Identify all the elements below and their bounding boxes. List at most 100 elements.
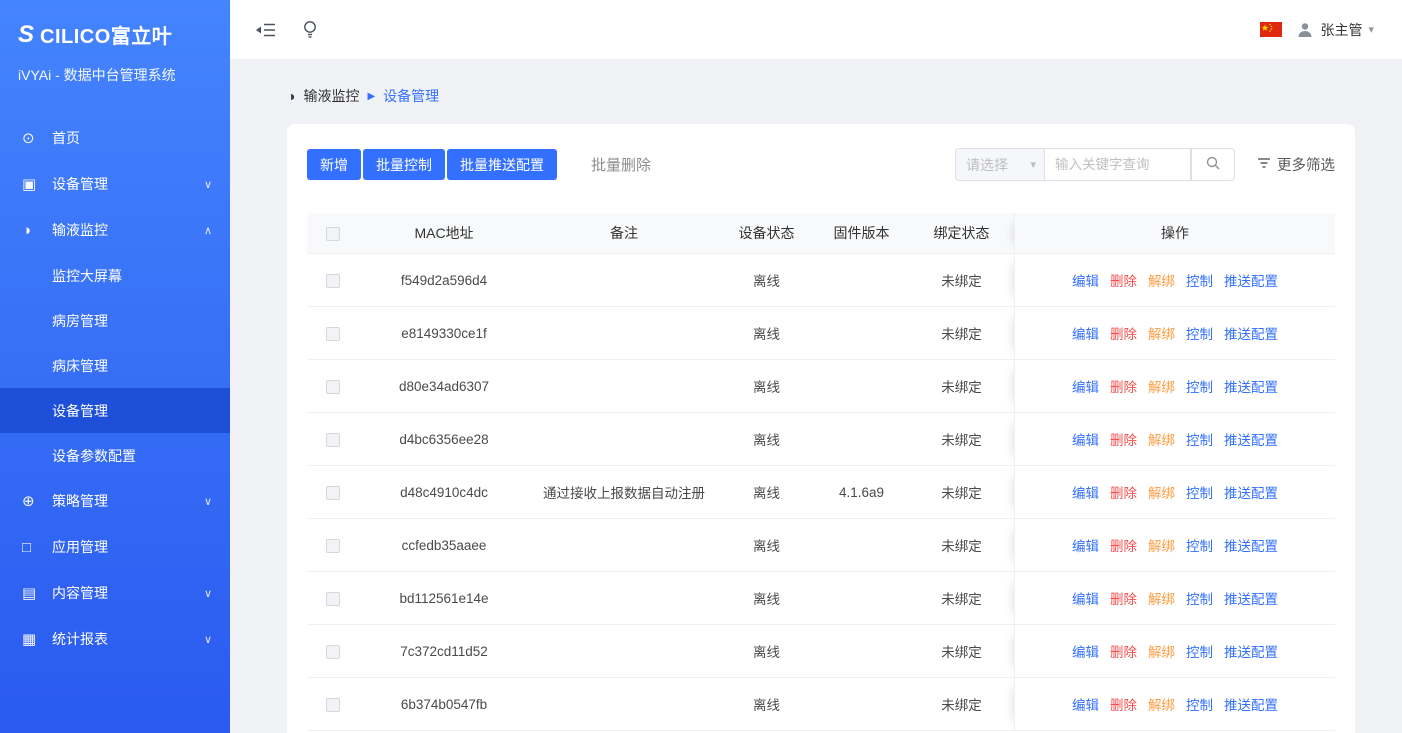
batch-control-button[interactable]: 批量控制 — [363, 149, 445, 180]
action-unbind[interactable]: 解绑 — [1148, 376, 1175, 396]
action-control[interactable]: 控制 — [1186, 376, 1213, 396]
action-edit[interactable]: 编辑 — [1072, 270, 1099, 290]
sidebar-item-statistics-report[interactable]: ▦ 统计报表 ∨ — [0, 616, 230, 662]
action-unbind[interactable]: 解绑 — [1148, 482, 1175, 502]
keyword-search-input[interactable] — [1045, 148, 1191, 181]
action-push-config[interactable]: 推送配置 — [1224, 641, 1278, 661]
action-delete[interactable]: 删除 — [1110, 588, 1137, 608]
sidebar-item-home[interactable]: ⊙ 首页 — [0, 115, 230, 161]
action-control[interactable]: 控制 — [1186, 588, 1213, 608]
cell-mac-address: ccfedb35aaee — [359, 519, 529, 572]
more-filters-button[interactable]: 更多筛选 — [1257, 154, 1335, 175]
add-button[interactable]: 新增 — [307, 149, 361, 180]
row-checkbox[interactable] — [326, 539, 340, 553]
search-button[interactable] — [1191, 148, 1235, 181]
action-control[interactable]: 控制 — [1186, 535, 1213, 555]
sidebar-subitem-bed-management[interactable]: 病床管理 — [0, 343, 230, 388]
row-checkbox[interactable] — [326, 327, 340, 341]
cell-binding-status: 未绑定 — [909, 360, 1014, 413]
row-checkbox[interactable] — [326, 380, 340, 394]
action-push-config[interactable]: 推送配置 — [1224, 376, 1278, 396]
cell-mac-address: d4bc6356ee28 — [359, 413, 529, 466]
action-unbind[interactable]: 解绑 — [1148, 694, 1175, 714]
action-edit[interactable]: 编辑 — [1072, 588, 1099, 608]
cell-firmware-version: 4.1.6a9 — [814, 466, 909, 519]
action-push-config[interactable]: 推送配置 — [1224, 429, 1278, 449]
row-checkbox[interactable] — [326, 433, 340, 447]
action-edit[interactable]: 编辑 — [1072, 323, 1099, 343]
action-unbind[interactable]: 解绑 — [1148, 270, 1175, 290]
user-name: 张主管 — [1320, 20, 1362, 40]
sidebar-item-label: 统计报表 — [52, 629, 108, 649]
sidebar-item-infusion-monitoring[interactable]: ◑ 输液监控 ∧ — [0, 207, 230, 253]
action-unbind[interactable]: 解绑 — [1148, 429, 1175, 449]
action-edit[interactable]: 编辑 — [1072, 641, 1099, 661]
sidebar-subitem-label: 设备参数配置 — [52, 446, 136, 466]
filter-field-select[interactable]: 请选择 ▾ — [955, 148, 1045, 181]
row-checkbox[interactable] — [326, 698, 340, 712]
breadcrumb-arrow-icon: ▶ — [367, 91, 375, 102]
action-edit[interactable]: 编辑 — [1072, 694, 1099, 714]
action-unbind[interactable]: 解绑 — [1148, 641, 1175, 661]
action-edit[interactable]: 编辑 — [1072, 535, 1099, 555]
action-control[interactable]: 控制 — [1186, 270, 1213, 290]
sidebar-item-device-management[interactable]: ▣ 设备管理 ∨ — [0, 161, 230, 207]
batch-delete-button[interactable]: 批量删除 — [591, 154, 651, 175]
breadcrumb: ◑ 输液监控 ▶ 设备管理 — [287, 86, 1355, 106]
search-icon — [1205, 155, 1221, 174]
action-delete[interactable]: 删除 — [1110, 429, 1137, 449]
sidebar-subitem-monitor-screen[interactable]: 监控大屏幕 — [0, 253, 230, 298]
cell-binding-status: 未绑定 — [909, 572, 1014, 625]
row-checkbox[interactable] — [326, 592, 340, 606]
user-menu[interactable]: 张主管 ▾ — [1296, 20, 1374, 40]
action-delete[interactable]: 删除 — [1110, 323, 1137, 343]
cell-mac-address: d80e34ad6307 — [359, 360, 529, 413]
sidebar-item-app-management[interactable]: □ 应用管理 — [0, 524, 230, 570]
action-delete[interactable]: 删除 — [1110, 535, 1137, 555]
action-unbind[interactable]: 解绑 — [1148, 588, 1175, 608]
collapse-sidebar-icon[interactable] — [256, 22, 276, 38]
row-checkbox[interactable] — [326, 274, 340, 288]
action-control[interactable]: 控制 — [1186, 694, 1213, 714]
china-flag-icon[interactable] — [1260, 22, 1282, 37]
row-checkbox[interactable] — [326, 645, 340, 659]
action-delete[interactable]: 删除 — [1110, 376, 1137, 396]
action-push-config[interactable]: 推送配置 — [1224, 270, 1278, 290]
select-all-checkbox[interactable] — [326, 227, 340, 241]
sidebar-item-content-management[interactable]: ▤ 内容管理 ∨ — [0, 570, 230, 616]
action-push-config[interactable]: 推送配置 — [1224, 323, 1278, 343]
row-actions: 编辑删除解绑控制推送配置 — [1023, 588, 1327, 608]
action-control[interactable]: 控制 — [1186, 482, 1213, 502]
sidebar-subitem-device-param-config[interactable]: 设备参数配置 — [0, 433, 230, 478]
breadcrumb-current[interactable]: 设备管理 — [383, 86, 439, 106]
action-edit[interactable]: 编辑 — [1072, 429, 1099, 449]
action-push-config[interactable]: 推送配置 — [1224, 694, 1278, 714]
sidebar-subitem-device-management[interactable]: 设备管理 — [0, 388, 230, 433]
cell-mac-address: e8149330ce1f — [359, 307, 529, 360]
theme-bulb-icon[interactable] — [302, 20, 318, 40]
sidebar-subitem-ward-management[interactable]: 病房管理 — [0, 298, 230, 343]
batch-push-config-button[interactable]: 批量推送配置 — [447, 149, 557, 180]
action-delete[interactable]: 删除 — [1110, 270, 1137, 290]
filter-icon — [1257, 157, 1271, 173]
action-push-config[interactable]: 推送配置 — [1224, 588, 1278, 608]
sidebar-item-strategy-management[interactable]: ⊕ 策略管理 ∨ — [0, 478, 230, 524]
action-push-config[interactable]: 推送配置 — [1224, 535, 1278, 555]
action-delete[interactable]: 删除 — [1110, 694, 1137, 714]
infusion-breadcrumb-icon: ◑ — [287, 88, 295, 104]
action-control[interactable]: 控制 — [1186, 641, 1213, 661]
table-row: ccfedb35aaee 离线 未绑定 编辑删除解绑控制推送配置 — [307, 519, 1335, 572]
action-edit[interactable]: 编辑 — [1072, 482, 1099, 502]
action-unbind[interactable]: 解绑 — [1148, 323, 1175, 343]
cell-firmware-version — [814, 360, 909, 413]
row-checkbox[interactable] — [326, 486, 340, 500]
action-control[interactable]: 控制 — [1186, 429, 1213, 449]
action-control[interactable]: 控制 — [1186, 323, 1213, 343]
column-header-binding: 绑定状态 — [909, 213, 1014, 254]
action-delete[interactable]: 删除 — [1110, 641, 1137, 661]
action-edit[interactable]: 编辑 — [1072, 376, 1099, 396]
action-unbind[interactable]: 解绑 — [1148, 535, 1175, 555]
action-push-config[interactable]: 推送配置 — [1224, 482, 1278, 502]
action-delete[interactable]: 删除 — [1110, 482, 1137, 502]
cell-firmware-version — [814, 413, 909, 466]
